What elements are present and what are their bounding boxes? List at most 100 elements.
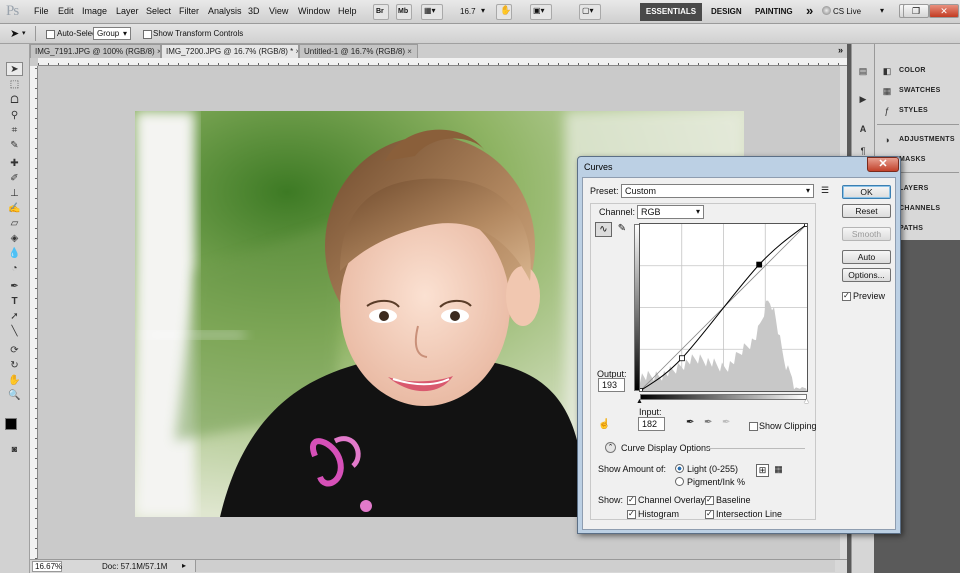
panel-adjustments[interactable]: ADJUSTMENTS [899, 136, 955, 143]
curve-graph[interactable] [637, 221, 810, 394]
eraser-tool-icon[interactable]: ▱ [6, 217, 23, 231]
move-tool-icon[interactable]: ➤ [6, 62, 23, 76]
workspace-painting[interactable]: PAINTING [755, 7, 793, 16]
preview-checkbox[interactable] [842, 291, 851, 302]
preset-options-icon[interactable]: ☰ [821, 185, 829, 196]
panel-channels[interactable]: CHANNELS [899, 205, 940, 212]
auto-select-checkbox[interactable] [46, 30, 55, 40]
move-tool-icon[interactable]: ➤ [10, 27, 19, 40]
show-clipping-checkbox[interactable] [749, 422, 758, 432]
detailed-grid-icon[interactable]: ▦ [772, 464, 785, 477]
lasso-tool-icon[interactable]: ᗝ [6, 94, 23, 108]
simple-grid-icon[interactable]: ⊞ [756, 464, 769, 477]
menu-file[interactable]: File [34, 6, 49, 16]
output-field[interactable]: 193 [598, 378, 625, 392]
styles-panel-icon[interactable]: ƒ [881, 106, 893, 116]
edit-points-icon[interactable]: ∿ [595, 222, 612, 237]
tool-preset-dropdown-icon[interactable]: ▾ [22, 29, 26, 37]
type-tool-icon[interactable]: T [6, 295, 23, 309]
adjustments-panel-icon[interactable]: ◑ [881, 135, 893, 145]
arrange-documents-icon[interactable]: ▣▾ [530, 4, 552, 20]
workspace-design[interactable]: DESIGN [711, 7, 742, 16]
menu-help[interactable]: Help [338, 6, 357, 16]
zoom-tool-icon[interactable]: 🔍 [6, 389, 23, 403]
actions-panel-icon[interactable]: ▶ [857, 94, 869, 104]
marquee-tool-icon[interactable]: ⬚ [6, 78, 23, 92]
paint-bucket-tool-icon[interactable]: ◈ [6, 232, 23, 246]
dodge-tool-icon[interactable]: ◔ [6, 262, 23, 276]
pigment-radio[interactable] [675, 477, 684, 486]
zoom-level-field[interactable]: 16.7 [460, 7, 476, 16]
smooth-button[interactable]: Smooth [842, 227, 891, 241]
baseline-checkbox[interactable] [705, 495, 714, 506]
history-panel-icon[interactable]: ▤ [857, 66, 869, 76]
menu-filter[interactable]: Filter [179, 6, 199, 16]
quick-mask-icon[interactable]: ◙ [6, 442, 23, 456]
quick-selection-tool-icon[interactable]: ⚲ [6, 109, 23, 123]
panel-layers[interactable]: LAYERS [899, 185, 929, 192]
curve-svg[interactable] [637, 221, 810, 394]
menu-layer[interactable]: Layer [116, 6, 139, 16]
eyedropper-tool-icon[interactable]: ✎ [6, 139, 23, 153]
more-workspaces-icon[interactable]: » [806, 3, 813, 18]
foreground-color-swatch[interactable] [5, 418, 17, 430]
shape-tool-icon[interactable]: ╲ [6, 325, 23, 339]
light-radio[interactable] [675, 464, 684, 473]
reset-button[interactable]: Reset [842, 204, 891, 218]
3d-rotate-tool-icon[interactable]: ⟳ [6, 344, 23, 358]
pen-tool-icon[interactable]: ✒ [6, 280, 23, 294]
draw-pencil-icon[interactable]: ✎ [615, 222, 629, 237]
panel-color[interactable]: COLOR [899, 67, 926, 74]
3d-orbit-tool-icon[interactable]: ↻ [6, 359, 23, 373]
ok-button[interactable]: OK [842, 185, 891, 199]
tab-untitled-1[interactable]: Untitled-1 @ 16.7% (RGB/8) × [299, 44, 418, 58]
blur-tool-icon[interactable]: 💧 [6, 247, 23, 261]
horizontal-scrollbar[interactable] [195, 560, 835, 572]
targeted-adjustment-icon[interactable]: ☝ [598, 419, 610, 430]
menu-image[interactable]: Image [82, 6, 107, 16]
show-transform-checkbox[interactable] [143, 30, 152, 40]
cs-live-dropdown-icon[interactable]: ▾ [880, 6, 884, 15]
curve-control-point[interactable] [804, 221, 810, 227]
curve-control-point[interactable] [756, 261, 763, 268]
menu-analysis[interactable]: Analysis [208, 6, 242, 16]
hand-tool-icon[interactable]: ✋ [6, 374, 23, 388]
path-selection-tool-icon[interactable]: ➚ [6, 310, 23, 324]
collapse-options-icon[interactable]: ⌃ [605, 442, 616, 453]
white-point-slider-icon[interactable]: ▲ [803, 398, 810, 405]
color-panel-icon[interactable]: ◧ [881, 66, 893, 76]
tabs-overflow-icon[interactable]: » [838, 45, 843, 55]
mini-bridge-icon[interactable]: Mb [396, 4, 412, 20]
preset-dropdown[interactable]: Custom [621, 184, 814, 198]
panel-paths[interactable]: PATHS [899, 225, 923, 232]
menu-view[interactable]: View [269, 6, 288, 16]
menu-edit[interactable]: Edit [58, 6, 74, 16]
swatches-panel-icon[interactable]: ▦ [881, 86, 893, 96]
close-window-button[interactable]: ✕ [929, 4, 959, 18]
input-field[interactable]: 182 [638, 417, 665, 431]
tab-close-icon[interactable]: × [407, 47, 412, 56]
view-extras-icon[interactable]: ▦▾ [421, 4, 443, 20]
tab-img-7200[interactable]: IMG_7200.JPG @ 16.7% (RGB/8) * × [161, 44, 299, 58]
white-eyedropper-icon[interactable]: ✒ [722, 417, 730, 428]
character-panel-icon[interactable]: A [857, 124, 869, 134]
screen-mode-icon[interactable]: ▢▾ [579, 4, 601, 20]
gray-eyedropper-icon[interactable]: ✒ [704, 417, 712, 428]
workspace-essentials[interactable]: ESSENTIALS [640, 3, 702, 21]
panel-masks[interactable]: MASKS [899, 156, 926, 163]
options-button[interactable]: Options... [842, 268, 891, 282]
menu-window[interactable]: Window [298, 6, 330, 16]
healing-brush-tool-icon[interactable]: ✚ [6, 157, 23, 171]
hand-tool-icon[interactable]: ✋ [496, 4, 512, 20]
paragraph-panel-icon[interactable]: ¶ [857, 146, 869, 156]
menu-3d[interactable]: 3D [248, 6, 260, 16]
histogram-checkbox[interactable] [627, 509, 636, 520]
zoom-dropdown-icon[interactable]: ▾ [481, 6, 485, 15]
history-brush-tool-icon[interactable]: ✍ [6, 202, 23, 216]
dialog-close-button[interactable]: ✕ [867, 157, 899, 172]
black-eyedropper-icon[interactable]: ✒ [686, 417, 694, 428]
bridge-icon[interactable]: Br [373, 4, 389, 20]
brush-tool-icon[interactable]: ✐ [6, 172, 23, 186]
cs-live-button[interactable]: CS Live [833, 7, 861, 16]
curve-control-point[interactable] [679, 355, 685, 362]
